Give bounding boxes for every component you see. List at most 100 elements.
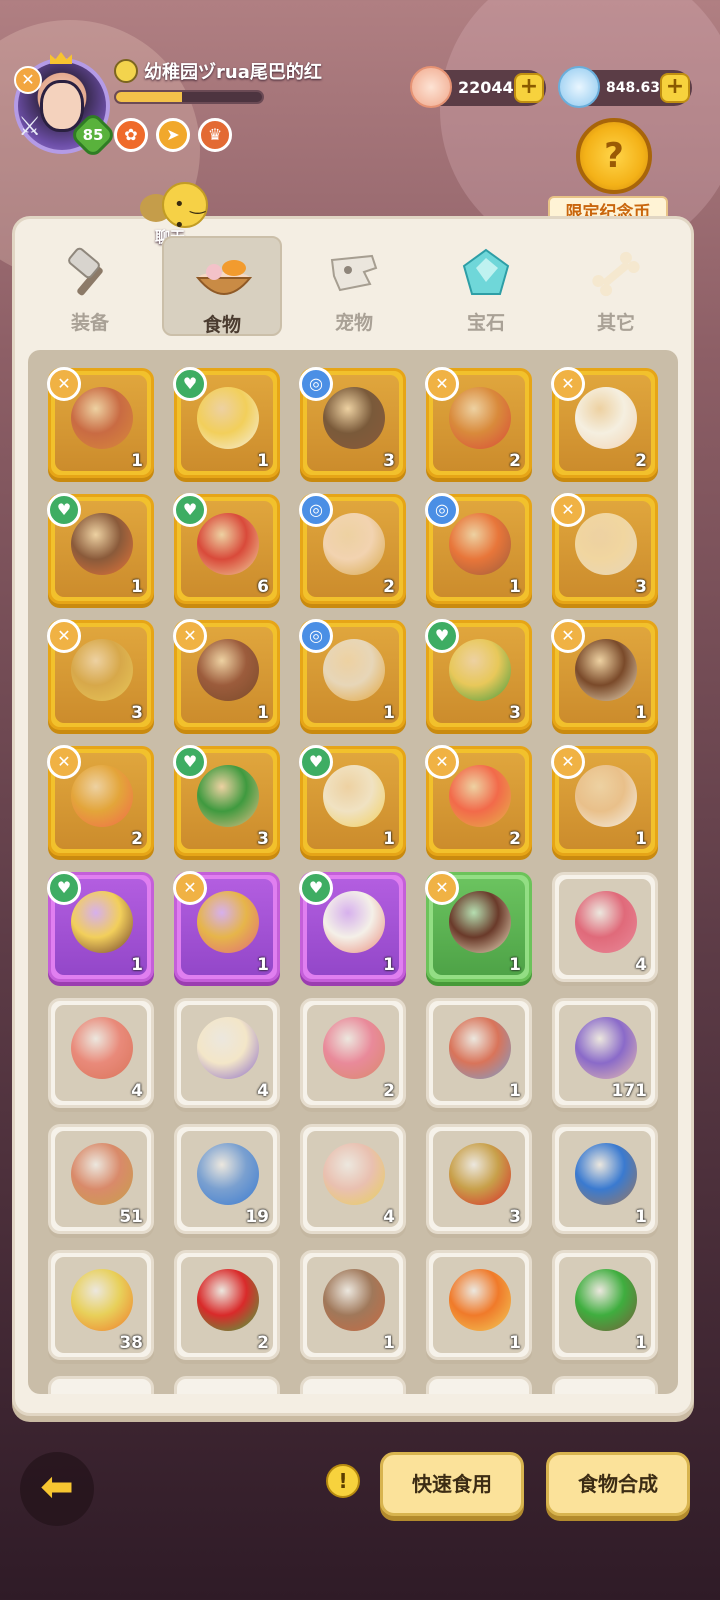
item-slot-lobster[interactable]: 1	[552, 1124, 658, 1234]
player-name-row: 幼稚园ヅrua尾巴的红	[114, 58, 322, 84]
item-slot-raw-ribs[interactable]: 2	[300, 998, 406, 1108]
item-slot-coconut-pudding-epic[interactable]: ♥ 1	[47, 871, 154, 982]
fork-knife-tag-icon: ✕	[551, 619, 585, 653]
item-slot-raw-drumstick[interactable]: 4	[48, 998, 154, 1108]
heart-tag-icon: ♥	[299, 745, 333, 779]
item-slot-egg-tomato-plate[interactable]: ✕ 2	[425, 745, 532, 856]
spotted-egg-icon	[197, 1017, 259, 1079]
item-slot-partial[interactable]	[300, 1376, 406, 1394]
item-slot-partial[interactable]	[426, 1376, 532, 1394]
fork-knife-tag-icon: ✕	[47, 619, 81, 653]
item-slot-clam-shell[interactable]: 4	[300, 1124, 406, 1234]
item-slot-potato-stew-epic[interactable]: ✕ 1	[173, 871, 280, 982]
item-count: 1	[635, 1333, 647, 1353]
broccoli-icon	[575, 1269, 637, 1331]
item-slot-pufferfish[interactable]: 51	[48, 1124, 154, 1234]
item-slot-swordfish[interactable]: 19	[174, 1124, 280, 1234]
currency-crystal: 848.63M +	[558, 66, 692, 108]
item-slot-partial[interactable]	[552, 1376, 658, 1394]
item-slot-mushroom-skewer[interactable]: ✕ 1	[47, 367, 154, 478]
item-slot-shiitake-skewer[interactable]: ♥ 1	[47, 493, 154, 604]
item-count: 38	[119, 1333, 143, 1353]
item-grid[interactable]: ✕ 1 ♥ 1 ◎ 3 ✕ 2 ✕ 2 ♥ 1 ♥ 6 ◎ 2 ◎ 1 ✕ 3 ✕ 3 ✕ 1 ◎ 1 ♥ 3 ✕ 1 ✕ 2 ♥ 3 ♥ 1 ✕ 2 ✕ 1…	[28, 350, 678, 1394]
item-count: 1	[383, 955, 395, 975]
item-slot-veggie-soup-2[interactable]: ♥ 1	[299, 745, 406, 856]
quick-eat-button[interactable]: 快速食用	[380, 1452, 524, 1516]
item-count: 1	[509, 1081, 521, 1101]
item-slot-potato-stew[interactable]: ✕ 2	[47, 745, 154, 856]
fish-skewer-icon	[323, 387, 385, 449]
item-slot-sausage-platter[interactable]: ✕ 1	[173, 619, 280, 730]
item-slot-raw-ham[interactable]: 4	[552, 872, 658, 982]
warning-icon[interactable]: !	[326, 1464, 360, 1498]
red-chili-icon	[197, 1269, 259, 1331]
item-slot-meat-skewers[interactable]: ✕ 1	[551, 619, 658, 730]
carrot-icon	[449, 1269, 511, 1331]
heart-tag-icon: ♥	[425, 619, 459, 653]
item-count: 1	[383, 703, 395, 723]
item-slot-coconut-pudding[interactable]: ♥ 1	[173, 367, 280, 478]
item-slot-chili-greens[interactable]: ♥ 3	[173, 745, 280, 856]
item-slot-crab-soup[interactable]: ◎ 1	[299, 619, 406, 730]
blue-swirl-tag-icon: ◎	[299, 493, 333, 527]
veggie-soup-2-icon	[323, 765, 385, 827]
item-slot-lemon-platter[interactable]: ♥ 3	[425, 619, 532, 730]
tab-food[interactable]: 食物	[162, 236, 282, 336]
item-slot-octopus[interactable]: 171	[552, 998, 658, 1108]
item-slot-shrimp-skewer[interactable]: ◎ 1	[425, 493, 532, 604]
item-slot-fried-eggs-leaf[interactable]: ✕ 2	[551, 367, 658, 478]
item-slot-carrot[interactable]: 1	[426, 1250, 532, 1360]
buff-fire-icon[interactable]: ✿	[114, 118, 148, 152]
item-slot-ham-leg[interactable]: 1	[426, 998, 532, 1108]
potato-stew-epic-icon	[197, 891, 259, 953]
close-badge-icon[interactable]: ✕	[14, 66, 42, 94]
food-bowl-icon	[196, 260, 252, 295]
heart-tag-icon: ♥	[47, 871, 81, 905]
item-slot-mushrooms[interactable]: 1	[300, 1250, 406, 1360]
add-shell-button[interactable]: +	[514, 73, 544, 103]
sword-icon: ⚔	[18, 112, 42, 142]
blue-swirl-tag-icon: ◎	[425, 493, 459, 527]
tab-other[interactable]: 其它	[556, 236, 676, 336]
item-count: 2	[131, 829, 143, 849]
tab-pets[interactable]: 宠物	[294, 236, 414, 336]
item-slot-meat-skewers-rare[interactable]: ✕ 1	[425, 871, 532, 982]
buff-speed-icon[interactable]: ➤	[156, 118, 190, 152]
item-slot-scallop-plate[interactable]: ◎ 2	[299, 493, 406, 604]
event-coin[interactable]: ?	[568, 114, 660, 206]
item-slot-shrimp[interactable]: 3	[426, 1124, 532, 1234]
item-slot-partial[interactable]	[48, 1376, 154, 1394]
item-count: 1	[635, 829, 647, 849]
item-slot-potato-salad[interactable]: ✕ 3	[47, 619, 154, 730]
item-slot-coconut-fruit-salad[interactable]: ♥ 1	[299, 871, 406, 982]
tab-gems[interactable]: 宝石	[426, 236, 546, 336]
currency-shell: 22044 +	[410, 66, 546, 108]
fork-knife-tag-icon: ✕	[173, 619, 207, 653]
item-slot-roast-drumstick[interactable]: ✕ 2	[425, 367, 532, 478]
chat-button[interactable]: • ‿ • 聊天	[140, 182, 220, 246]
tab-label: 宝石	[466, 312, 505, 334]
food-craft-button[interactable]: 食物合成	[546, 1452, 690, 1516]
coin-symbol: ?	[604, 136, 624, 176]
add-crystal-button[interactable]: +	[660, 73, 690, 103]
mushroom-skewer-icon	[71, 387, 133, 449]
back-arrow-icon[interactable]: ⬅	[20, 1452, 94, 1526]
item-slot-partial[interactable]	[174, 1376, 280, 1394]
item-slot-potatoes[interactable]: 38	[48, 1250, 154, 1360]
potato-stew-icon	[71, 765, 133, 827]
item-slot-red-chili[interactable]: 2	[174, 1250, 280, 1360]
item-slot-veggie-soup[interactable]: ✕ 3	[551, 493, 658, 604]
lemon-platter-icon	[449, 639, 511, 701]
item-slot-fish-skewer[interactable]: ◎ 3	[299, 367, 406, 478]
top-bar: ✕ ⚔ 85 ✿ ➤ ♛ 幼稚园ヅrua尾巴的红 22044 + 848.63M…	[0, 0, 720, 220]
shiitake-skewer-icon	[71, 513, 133, 575]
tab-equipment[interactable]: 装备	[30, 236, 150, 336]
item-slot-chili-skewer[interactable]: ♥ 6	[173, 493, 280, 604]
item-slot-broccoli[interactable]: 1	[552, 1250, 658, 1360]
item-slot-egg-pie[interactable]: ✕ 1	[551, 745, 658, 856]
item-count: 1	[257, 451, 269, 471]
roast-drumstick-icon	[449, 387, 511, 449]
buff-shield-icon[interactable]: ♛	[198, 118, 232, 152]
hammer-icon	[68, 247, 103, 296]
item-slot-spotted-egg[interactable]: 4	[174, 998, 280, 1108]
